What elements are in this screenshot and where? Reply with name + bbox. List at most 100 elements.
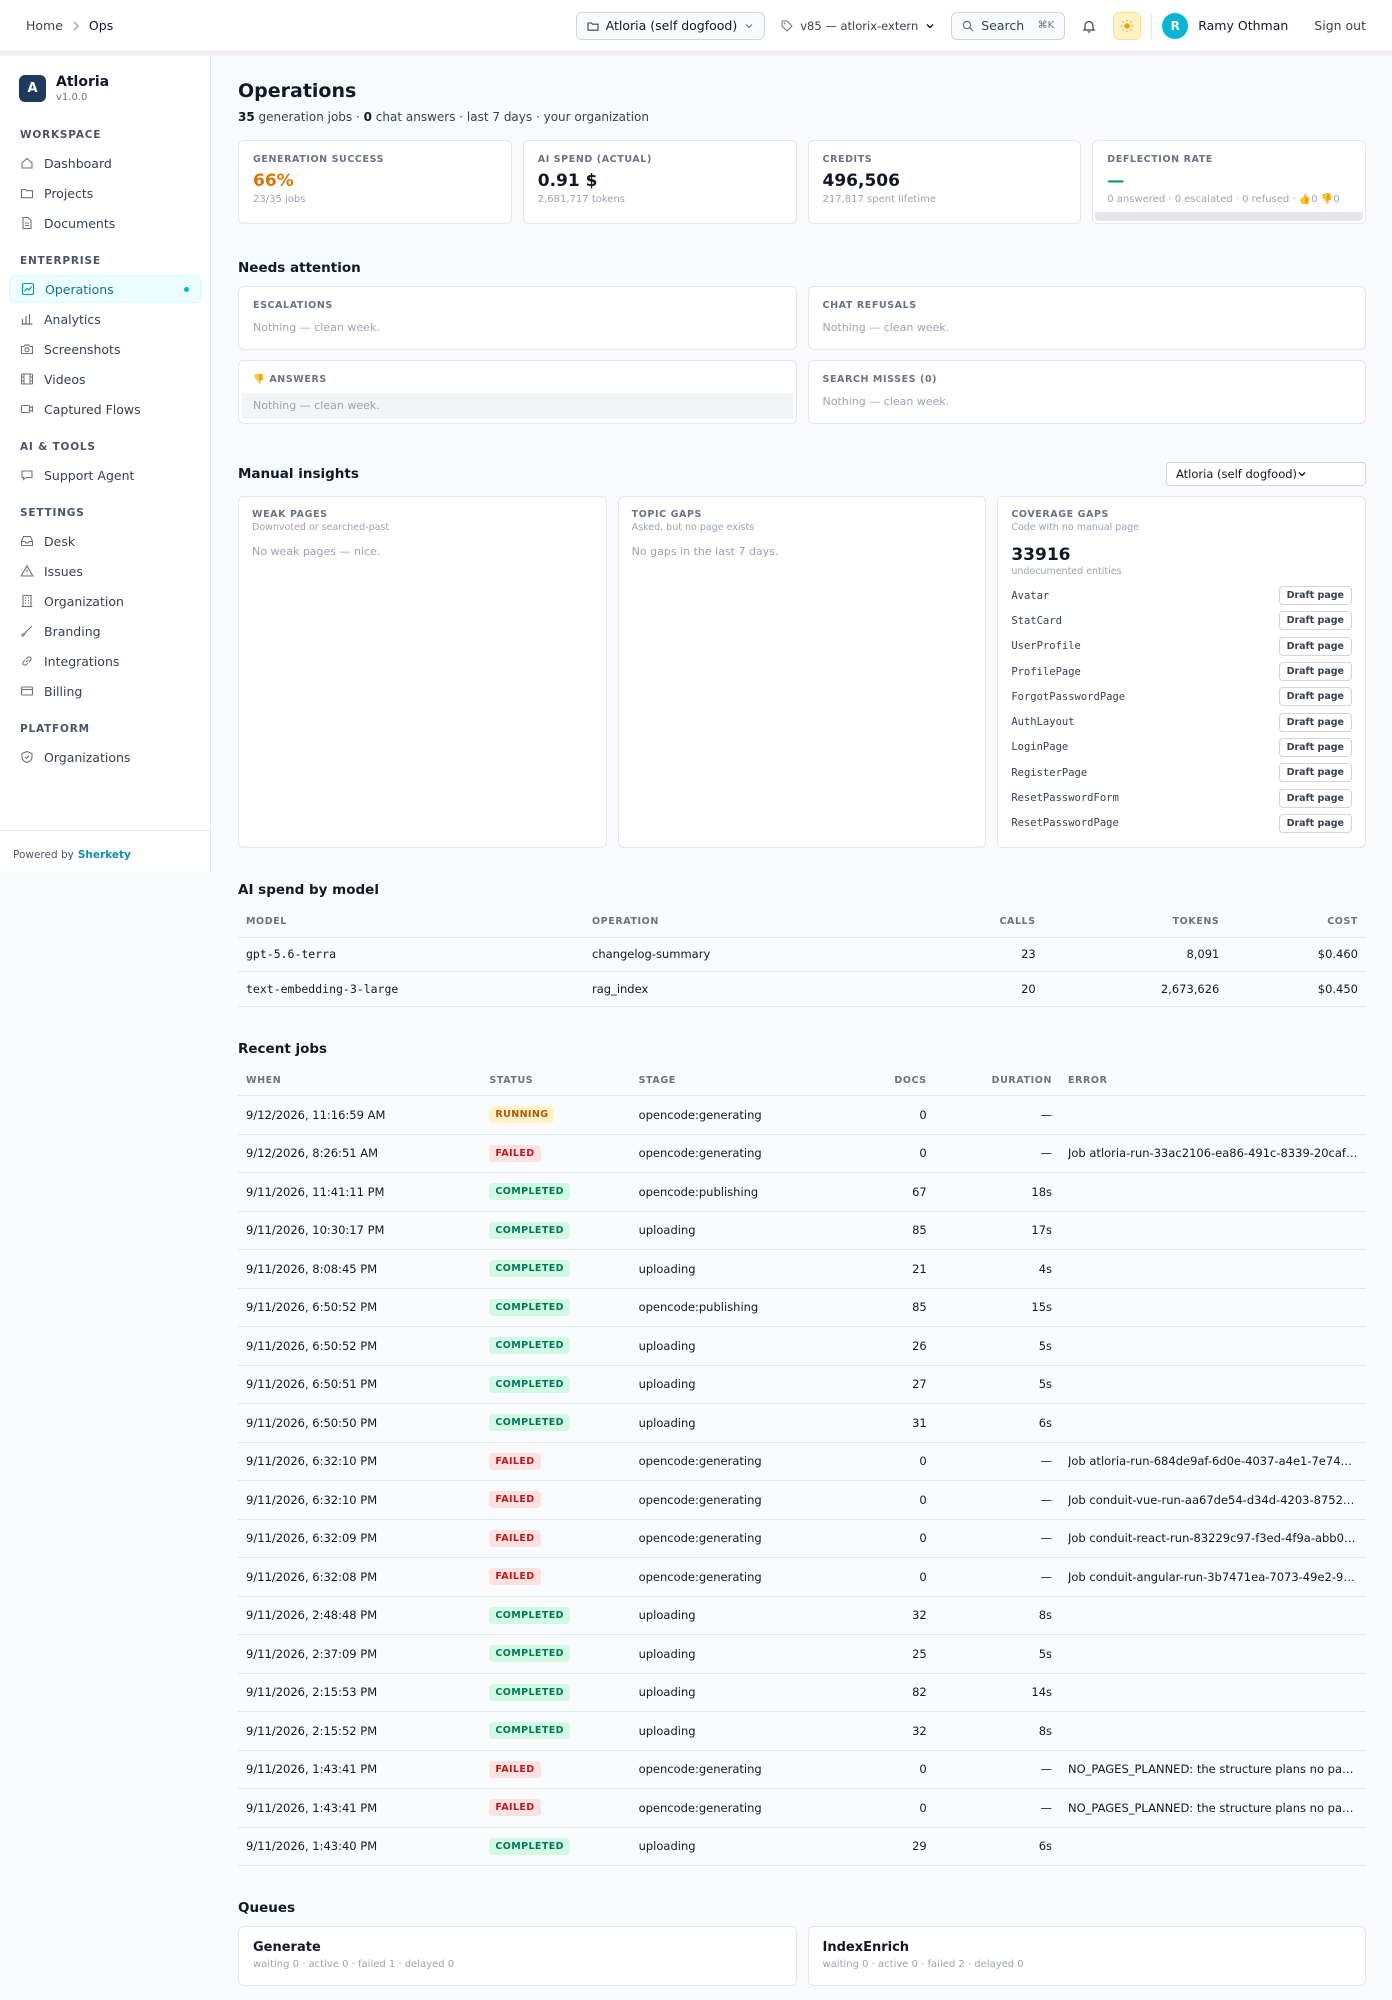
sidebar-item-billing[interactable]: Billing — [9, 677, 201, 705]
user-name[interactable]: Ramy Othman — [1198, 18, 1288, 33]
page-title: Operations — [238, 80, 357, 102]
status-badge: FAILED — [489, 1568, 541, 1586]
job-row[interactable]: 9/11/2026, 2:48:48 PM COMPLETED uploading 3… — [238, 1596, 1366, 1635]
job-row[interactable]: 9/12/2026, 8:26:51 AM FAILED opencode:gene… — [238, 1134, 1366, 1173]
draft-page-button[interactable]: Draft page — [1278, 636, 1352, 656]
job-row[interactable]: 9/11/2026, 1:43:41 PM FAILED opencode:gene… — [238, 1750, 1366, 1789]
sidebar-item-documents[interactable]: Documents — [9, 209, 201, 237]
stage-cell: opencode:publishing — [630, 1172, 870, 1212]
stat-value: 66% — [253, 171, 294, 191]
job-row[interactable]: 9/11/2026, 2:15:53 PM COMPLETED uploading 8… — [238, 1673, 1366, 1712]
attention-card-escalations[interactable]: ESCALATIONS Nothing — clean week. — [238, 286, 797, 350]
job-row[interactable]: 9/11/2026, 2:15:52 PM COMPLETED uploading 3… — [238, 1711, 1366, 1751]
when-cell: 9/11/2026, 6:32:08 PM — [238, 1557, 482, 1597]
job-row[interactable]: 9/12/2026, 11:16:59 AM RUNNING opencode:ge… — [238, 1095, 1366, 1135]
sidebar-section-title: ENTERPRISE — [20, 255, 101, 267]
attention-card-chat-refusals[interactable]: CHAT REFUSALS Nothing — clean week. — [807, 286, 1366, 350]
draft-page-button[interactable]: Draft page — [1278, 662, 1352, 682]
column-header: STATUS — [481, 1065, 631, 1096]
draft-page-button[interactable]: Draft page — [1278, 813, 1352, 833]
stage-cell: uploading — [630, 1249, 870, 1289]
duration-cell: 6s — [934, 1403, 1060, 1443]
sidebar-item-projects[interactable]: Projects — [9, 179, 201, 207]
search-button[interactable]: Search ⌘K — [951, 11, 1066, 40]
notifications-button[interactable] — [1075, 12, 1103, 40]
project-switcher[interactable]: Atloria (self dogfood) — [575, 11, 766, 40]
sidebar-item-dashboard[interactable]: Dashboard — [9, 149, 201, 177]
draft-page-button[interactable]: Draft page — [1278, 737, 1352, 757]
sidebar-item-support-agent[interactable]: Support Agent — [9, 461, 201, 489]
error-cell — [1060, 1172, 1366, 1212]
sidebar-item-branding[interactable]: Branding — [9, 617, 201, 645]
draft-page-button[interactable]: Draft page — [1278, 687, 1352, 707]
docs-cell: 31 — [869, 1403, 935, 1443]
job-row[interactable]: 9/11/2026, 6:32:10 PM FAILED opencode:gene… — [238, 1480, 1366, 1520]
insights-project-select[interactable]: Atloria (self dogfood) — [1166, 462, 1366, 486]
status-cell: RUNNING — [481, 1095, 631, 1135]
duration-cell: — — [934, 1134, 1060, 1173]
job-row[interactable]: 9/11/2026, 6:50:52 PM COMPLETED opencode:p… — [238, 1288, 1366, 1327]
error-cell: Job conduit-vue-run-aa67de54-d34d-4203-8… — [1060, 1480, 1366, 1520]
attention-card-downvoted-answers[interactable]: 👎 ANSWERS Nothing — clean week. — [238, 360, 797, 424]
sidebar-item-captured-flows[interactable]: Captured Flows — [9, 395, 201, 423]
status-badge: COMPLETED — [489, 1183, 570, 1201]
theme-toggle[interactable] — [1113, 11, 1142, 40]
job-row[interactable]: 9/11/2026, 6:50:50 PM COMPLETED uploading 3… — [238, 1403, 1366, 1443]
sidebar-item-desk[interactable]: Desk — [9, 527, 201, 555]
status-badge: FAILED — [489, 1452, 541, 1470]
document-icon — [20, 216, 34, 230]
duration-cell: 5s — [934, 1634, 1060, 1674]
powered-by-brand[interactable]: Sherkety — [78, 849, 131, 861]
coverage-entity-row: RegisterPage Draft page — [1011, 760, 1352, 785]
sidebar-item-organizations[interactable]: Organizations — [9, 743, 201, 771]
job-row[interactable]: 9/11/2026, 11:41:11 PM COMPLETED opencode:… — [238, 1172, 1366, 1212]
sidebar-item-organization[interactable]: Organization — [9, 587, 201, 615]
sidebar-section-title: SETTINGS — [20, 507, 85, 519]
sidebar-item-videos[interactable]: Videos — [9, 365, 201, 393]
job-row[interactable]: 9/11/2026, 6:32:10 PM FAILED opencode:gene… — [238, 1442, 1366, 1481]
docs-cell: 67 — [869, 1172, 935, 1212]
error-cell — [1060, 1365, 1366, 1404]
error-cell: Job conduit-angular-run-3b7471ea-7073-49… — [1060, 1557, 1366, 1597]
job-row[interactable]: 9/11/2026, 6:32:08 PM FAILED opencode:gene… — [238, 1557, 1366, 1597]
sidebar-item-issues[interactable]: Issues — [9, 557, 201, 585]
when-cell: 9/11/2026, 6:32:09 PM — [238, 1519, 482, 1558]
error-message: Job conduit-angular-run-3b7471ea-7073-49… — [1068, 1569, 1358, 1584]
sidebar-item-label: Organization — [44, 593, 124, 609]
sidebar-item-label: Billing — [44, 683, 83, 699]
job-row[interactable]: 9/11/2026, 1:43:41 PM FAILED opencode:gene… — [238, 1788, 1366, 1828]
operation-cell: changelog-summary — [584, 937, 915, 972]
job-count-label: generation jobs · — [258, 110, 360, 124]
project-name: Atloria (self dogfood) — [605, 18, 738, 33]
job-row[interactable]: 9/11/2026, 6:50:51 PM COMPLETED uploading 2… — [238, 1365, 1366, 1404]
attention-card-search-misses[interactable]: SEARCH MISSES (0) Nothing — clean week. — [807, 360, 1366, 424]
brand[interactable]: A Atloria v1.0.0 — [0, 56, 210, 103]
draft-page-button[interactable]: Draft page — [1278, 586, 1352, 606]
sidebar-item-integrations[interactable]: Integrations — [9, 647, 201, 675]
duration-cell: 5s — [934, 1326, 1060, 1366]
status-badge: FAILED — [489, 1144, 541, 1162]
sidebar-item-operations[interactable]: Operations — [9, 275, 201, 303]
draft-page-button[interactable]: Draft page — [1278, 763, 1352, 783]
job-row[interactable]: 9/11/2026, 6:32:09 PM FAILED opencode:gene… — [238, 1519, 1366, 1558]
job-row[interactable]: 9/11/2026, 6:50:52 PM COMPLETED uploading 2… — [238, 1326, 1366, 1366]
job-row[interactable]: 9/11/2026, 1:43:40 PM COMPLETED uploading 2… — [238, 1827, 1366, 1866]
version-switcher[interactable]: v85 — atlorix-extern — [775, 19, 941, 33]
duration-cell: 6s — [934, 1827, 1060, 1866]
sign-out-button[interactable]: Sign out — [1314, 18, 1366, 33]
draft-page-button[interactable]: Draft page — [1278, 611, 1352, 631]
job-row[interactable]: 9/11/2026, 8:08:45 PM COMPLETED uploading 2… — [238, 1249, 1366, 1289]
draft-page-button[interactable]: Draft page — [1278, 788, 1352, 808]
sidebar-item-screenshots[interactable]: Screenshots — [9, 335, 201, 363]
job-row[interactable]: 9/11/2026, 2:37:09 PM COMPLETED uploading 2… — [238, 1634, 1366, 1674]
column-header: DURATION — [934, 1065, 1060, 1096]
queues-grid: Generate waiting 0 · active 0 · failed 1… — [238, 1926, 1366, 1986]
draft-page-button[interactable]: Draft page — [1278, 712, 1352, 732]
sidebar-item-analytics[interactable]: Analytics — [9, 305, 201, 333]
job-row[interactable]: 9/11/2026, 10:30:17 PM COMPLETED uploading… — [238, 1211, 1366, 1250]
coverage-entity-name: ResetPasswordPage — [1011, 817, 1119, 830]
coverage-count: 33916 — [1011, 545, 1071, 565]
breadcrumb-home[interactable]: Home — [26, 18, 63, 33]
column-header: STAGE — [630, 1065, 870, 1096]
avatar[interactable]: R — [1162, 12, 1189, 39]
